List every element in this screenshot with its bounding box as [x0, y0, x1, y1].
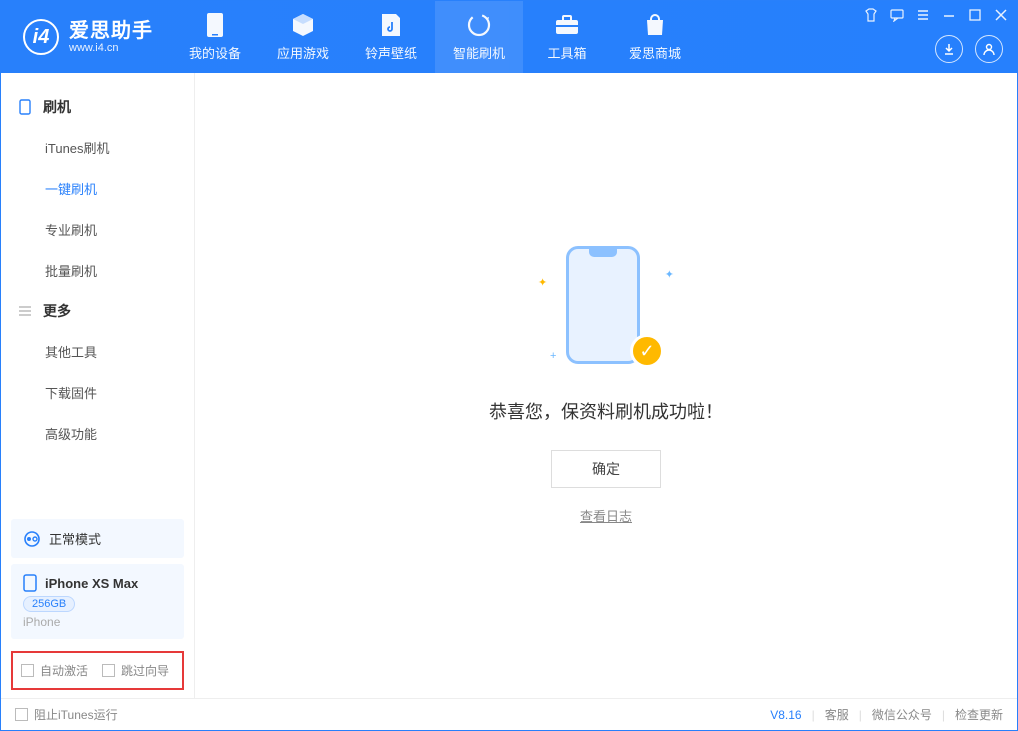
device-type: iPhone	[23, 615, 172, 629]
main-nav: 我的设备 应用游戏 铃声壁纸 智能刷机 工具箱 爱思商城	[171, 1, 699, 73]
tshirt-icon[interactable]	[863, 7, 879, 23]
account-button[interactable]	[975, 35, 1003, 63]
download-button[interactable]	[935, 35, 963, 63]
bottom-options-panel: 自动激活 跳过向导	[11, 651, 184, 690]
sidebar-section-flash: 刷机	[1, 87, 194, 127]
nav-ringtone-wallpaper[interactable]: 铃声壁纸	[347, 1, 435, 73]
phone-icon	[202, 12, 228, 38]
logo-text: 爱思助手 www.i4.cn	[69, 20, 153, 54]
mode-icon	[23, 530, 41, 548]
nav-store[interactable]: 爱思商城	[611, 1, 699, 73]
sidebar-item-download-firmware[interactable]: 下载固件	[1, 372, 194, 413]
nav-label: 工具箱	[547, 43, 586, 62]
auto-activate-checkbox[interactable]: 自动激活	[21, 662, 88, 679]
device-name: iPhone XS Max	[45, 576, 138, 591]
phone-illustration	[566, 246, 640, 364]
refresh-shield-icon	[466, 12, 492, 38]
checkbox-icon	[102, 664, 115, 677]
sidebar-section-more: 更多	[1, 291, 194, 331]
device-icon	[17, 99, 33, 115]
section-title: 更多	[43, 301, 71, 321]
sparkle-icon: +	[550, 350, 556, 362]
ok-button[interactable]: 确定	[551, 450, 661, 488]
device-info-panel[interactable]: iPhone XS Max 256GB iPhone	[11, 564, 184, 639]
sidebar-item-oneclick-flash[interactable]: 一键刷机	[1, 168, 194, 209]
app-window: i4 爱思助手 www.i4.cn 我的设备 应用游戏 铃声壁纸 智能刷机	[0, 0, 1018, 731]
toolbox-icon	[554, 12, 580, 38]
app-subtitle: www.i4.cn	[69, 42, 153, 54]
skip-guide-checkbox[interactable]: 跳过向导	[102, 662, 169, 679]
opt-label: 自动激活	[40, 662, 88, 679]
nav-toolbox[interactable]: 工具箱	[523, 1, 611, 73]
section-title: 刷机	[43, 97, 71, 117]
opt-label: 跳过向导	[121, 662, 169, 679]
logo-icon: i4	[23, 19, 59, 55]
mode-label: 正常模式	[49, 529, 101, 548]
success-illustration: ✓ ✦ ✦ +	[536, 246, 676, 376]
phone-small-icon	[23, 574, 37, 592]
minimize-icon[interactable]	[941, 7, 957, 23]
footer: 阻止iTunes运行 V8.16 | 客服 | 微信公众号 | 检查更新	[1, 698, 1017, 730]
success-message: 恭喜您，保资料刷机成功啦！	[489, 398, 723, 424]
window-controls	[863, 7, 1009, 23]
footer-link-update[interactable]: 检查更新	[955, 706, 1003, 723]
list-icon	[17, 305, 33, 317]
version-label: V8.16	[770, 708, 801, 722]
sidebar-item-batch-flash[interactable]: 批量刷机	[1, 250, 194, 291]
menu-icon[interactable]	[915, 7, 931, 23]
device-storage-badge: 256GB	[23, 596, 75, 612]
title-circle-buttons	[935, 35, 1003, 63]
block-itunes-checkbox[interactable]: 阻止iTunes运行	[15, 706, 118, 723]
nav-label: 爱思商城	[629, 43, 681, 62]
footer-link-support[interactable]: 客服	[825, 706, 849, 723]
maximize-icon[interactable]	[967, 7, 983, 23]
sparkle-icon: ✦	[665, 268, 674, 281]
nav-label: 智能刷机	[453, 43, 505, 62]
device-mode-panel[interactable]: 正常模式	[11, 519, 184, 558]
check-badge-icon: ✓	[630, 334, 664, 368]
block-itunes-label: 阻止iTunes运行	[34, 706, 118, 723]
feedback-icon[interactable]	[889, 7, 905, 23]
music-file-icon	[378, 12, 404, 38]
sidebar-item-advanced[interactable]: 高级功能	[1, 413, 194, 454]
sidebar: 刷机 iTunes刷机 一键刷机 专业刷机 批量刷机 更多 其他工具 下载固件 …	[1, 73, 195, 698]
nav-apps-games[interactable]: 应用游戏	[259, 1, 347, 73]
sidebar-item-pro-flash[interactable]: 专业刷机	[1, 209, 194, 250]
footer-right: V8.16 | 客服 | 微信公众号 | 检查更新	[770, 706, 1003, 723]
body: 刷机 iTunes刷机 一键刷机 专业刷机 批量刷机 更多 其他工具 下载固件 …	[1, 73, 1017, 698]
footer-link-wechat[interactable]: 微信公众号	[872, 706, 932, 723]
sparkle-icon: ✦	[538, 276, 547, 289]
titlebar: i4 爱思助手 www.i4.cn 我的设备 应用游戏 铃声壁纸 智能刷机	[1, 1, 1017, 73]
view-log-link[interactable]: 查看日志	[580, 506, 632, 525]
shopping-bag-icon	[642, 12, 668, 38]
close-icon[interactable]	[993, 7, 1009, 23]
nav-label: 我的设备	[189, 43, 241, 62]
cube-icon	[290, 12, 316, 38]
main-content: ✓ ✦ ✦ + 恭喜您，保资料刷机成功啦！ 确定 查看日志	[195, 73, 1017, 698]
logo-area: i4 爱思助手 www.i4.cn	[1, 19, 171, 55]
nav-label: 应用游戏	[277, 43, 329, 62]
sidebar-item-itunes-flash[interactable]: iTunes刷机	[1, 127, 194, 168]
nav-label: 铃声壁纸	[365, 43, 417, 62]
nav-flash[interactable]: 智能刷机	[435, 1, 523, 73]
app-title: 爱思助手	[69, 20, 153, 42]
checkbox-icon	[15, 708, 28, 721]
sidebar-item-other-tools[interactable]: 其他工具	[1, 331, 194, 372]
nav-my-device[interactable]: 我的设备	[171, 1, 259, 73]
checkbox-icon	[21, 664, 34, 677]
